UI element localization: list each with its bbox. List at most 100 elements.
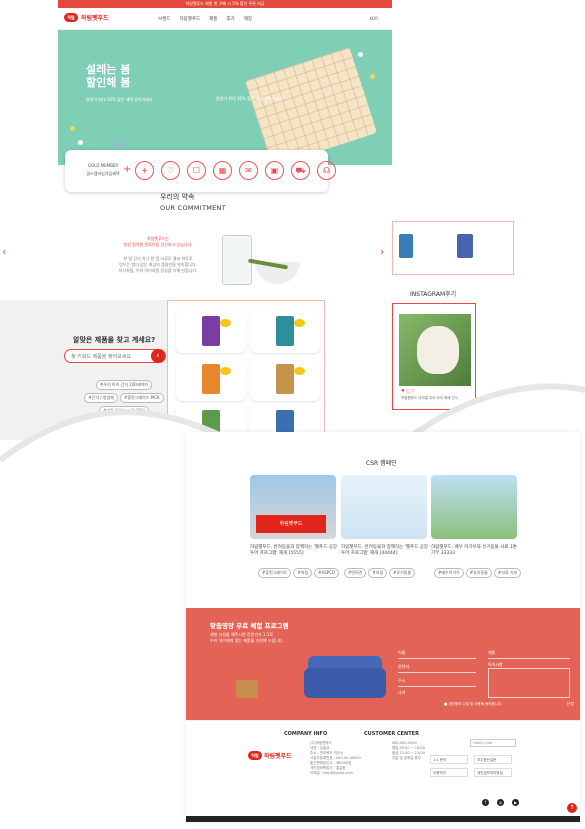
form-label: 체중 — [488, 650, 496, 655]
gold-member-label[interactable]: GOLD MEMBER 골드멤버십가입혜택 — [77, 162, 129, 178]
dog-image — [417, 326, 459, 374]
search-icon[interactable]: ⌕ — [151, 349, 165, 363]
form-label: 연락처 — [398, 664, 410, 669]
flower-decoration — [70, 126, 75, 131]
phone-field[interactable] — [398, 672, 476, 673]
csr-card-text[interactable]: 하림펫푸드, 반려동물과 함께하는 '펫푸드 공장 투어 프로그램' 재개 [4… — [341, 545, 429, 557]
tag-chip[interactable]: #사료 기부 — [493, 568, 522, 578]
footer-logo[interactable]: 하림 하림펫푸드 — [248, 751, 292, 760]
csr-card-image[interactable] — [431, 475, 517, 539]
badge-icon — [294, 367, 305, 375]
privacy-button[interactable]: 개인정보처리방침 — [474, 768, 512, 777]
notes-textarea[interactable] — [488, 668, 570, 698]
prev-arrow-icon[interactable]: ‹ — [2, 245, 6, 258]
tag-chip[interactable]: #하림 — [368, 568, 388, 578]
nav-item-products[interactable]: 제품 — [209, 16, 217, 22]
footer-buttons: 1:1 문의 자주묻는질문 이용약관 개인정보처리방침 — [430, 755, 512, 777]
youtube-icon[interactable]: ▶ — [512, 799, 519, 806]
csr-card-image[interactable]: 하림펫푸드 — [250, 475, 336, 539]
language-switch[interactable]: KOR — [370, 16, 378, 21]
faq-button[interactable]: 자주묻는질문 — [474, 755, 512, 764]
badge-icon — [294, 319, 305, 327]
badge-icon — [220, 367, 231, 375]
privacy-agree-checkbox[interactable]: ■ 개인정보 수집 및 이용에 동의합니다. — [444, 702, 502, 707]
sofa-image — [304, 668, 386, 698]
weight-field[interactable] — [488, 658, 570, 659]
nav-item-reviews[interactable]: 후기 — [226, 16, 234, 22]
site-header: 하림 하림펫푸드 브랜드 하림펫푸드 제품 후기 매장 KOR — [58, 8, 392, 30]
social-links: f ◎ ▶ — [482, 799, 519, 806]
instagram-icon[interactable]: ◎ — [497, 799, 504, 806]
search-input[interactable] — [71, 352, 151, 361]
picnic-illustration — [244, 47, 378, 165]
tag-chip[interactable]: #ASPCO — [314, 568, 340, 578]
badge-icon — [220, 319, 231, 327]
harim-sign-image: 하림펫푸드 — [256, 515, 326, 533]
family-site-select[interactable]: Family Site — [470, 739, 516, 747]
name-field[interactable] — [398, 658, 476, 659]
tag-chip[interactable]: #유기동물 — [465, 568, 492, 578]
logo-text: 하림펫푸드 — [81, 15, 109, 22]
promo-topbar[interactable]: 하림펫푸드 회원 첫 구매 시 5% 할인 쿠폰 지급 — [58, 0, 392, 8]
wallet-icon[interactable]: ▣ — [265, 161, 284, 180]
nav-item-harim[interactable]: 하림펫푸드 — [179, 16, 200, 22]
flower-decoration — [358, 52, 363, 57]
plus-icon[interactable]: + — [135, 161, 154, 180]
dog-photo — [399, 314, 471, 386]
logo-badge: 하림 — [64, 13, 78, 22]
product-bag-image — [457, 234, 473, 258]
csr-title: CSR 캠페인 — [366, 460, 397, 467]
address-field[interactable] — [398, 686, 476, 687]
csr-card-text[interactable]: 하림펫푸드, 반려동물과 함께하는 '펫푸드 공장 투어 프로그램' 재개 [5… — [250, 545, 338, 557]
heart-icon[interactable]: ♡ — [161, 161, 180, 180]
csr-tags: #휴먼그레이드 #하림 #ASPCO — [258, 568, 340, 578]
hero-banner[interactable]: 설레는 봄 할인해 봄 봄맞이 최대 30% 할인 혜택 받아가세요 봄맞이 최… — [58, 30, 392, 165]
nav-item-brand[interactable]: 브랜드 — [158, 16, 170, 22]
hero-subtitle: 봄맞이 최대 30% 할인 혜택 받아가세요 — [86, 97, 153, 102]
site-footer: 하림 하림펫푸드 COMPANY INFO (주)하림펫푸드 대표 : 김홍국 … — [186, 720, 580, 816]
logo-text: 하림펫푸드 — [264, 753, 292, 760]
tag-chip[interactable]: #반려견 — [344, 568, 367, 578]
csr-card-text[interactable]: 하림펫푸드, 배우 이기우와 유기동물 사료 1톤 기부 33333 — [431, 545, 519, 557]
headset-icon[interactable]: ☊ — [317, 161, 336, 180]
main-nav: 브랜드 하림펫푸드 제품 후기 매장 — [158, 16, 252, 22]
quick-icon-row: + ♡ ☐ ▦ ✉ ▣ ⛟ ☊ — [135, 161, 336, 180]
commitment-body: 한 알 간식 하나 한 알 사료도 결코 허투루 만드는 법이 없는 최상의 품… — [118, 256, 198, 273]
commitment-subtitle: OUR COMMITMENT — [160, 204, 226, 212]
company-info-text: (주)하림펫푸드 대표 : 김홍국 주소 : 전라북도 익산시 사업자등록번호 … — [310, 741, 361, 775]
commitment-title: 우리의 약속 — [160, 193, 195, 201]
tag-chip[interactable]: #휴먼그레이드 — [258, 568, 292, 578]
calendar-icon[interactable]: ▦ — [213, 161, 232, 180]
trial-subtitle: 체험 신청을 해주시면 전문가가 1:1로 우리 아이에게 맞는 제품을 추천해… — [210, 632, 284, 643]
facebook-icon[interactable]: f — [482, 799, 489, 806]
tag-chip[interactable]: #하림 — [293, 568, 313, 578]
gift-icon[interactable]: ☐ — [187, 161, 206, 180]
terms-button[interactable]: 이용약관 — [430, 768, 468, 777]
instagram-title: INSTAGRAM후기 — [410, 291, 457, 298]
scroll-top-icon[interactable]: ↑ — [567, 803, 577, 813]
nav-item-stores[interactable]: 매장 — [244, 16, 252, 22]
truck-icon[interactable]: ⛟ — [291, 161, 310, 180]
site-logo[interactable]: 하림 하림펫푸드 — [64, 13, 109, 22]
company-info-heading: COMPANY INFO — [284, 731, 328, 737]
csr-card-image[interactable] — [341, 475, 427, 539]
submit-button[interactable]: 신청 — [567, 701, 574, 707]
product-card[interactable] — [250, 311, 320, 353]
commitment-highlight: 하림펫푸드는 항상 정직한 원료만을 엄선하고 있습니다. — [123, 236, 193, 247]
finder-title: 알맞은 제품을 찾고 계세요? — [73, 336, 156, 344]
flower-decoration — [78, 140, 83, 145]
product-card[interactable] — [176, 311, 246, 353]
coupon-icon[interactable]: ✉ — [239, 161, 258, 180]
flower-decoration — [370, 74, 375, 79]
next-arrow-icon[interactable]: › — [380, 245, 384, 258]
logo-badge: 하림 — [248, 751, 262, 760]
quick-plus: + — [123, 164, 132, 175]
hero-title: 설레는 봄 할인해 봄 — [86, 63, 131, 89]
hero-caption: 봄맞이 최대 30% 할인 혜택 받아가세요 — [216, 96, 283, 101]
product-bag-image — [276, 316, 294, 346]
quick-menu: GOLD MEMBER 골드멤버십가입혜택 + + ♡ ☐ ▦ ✉ ▣ ⛟ ☊ — [65, 150, 336, 192]
tag-chip[interactable]: #유기동물 — [389, 568, 416, 578]
tag-chip[interactable]: #배우이기우 — [434, 568, 464, 578]
package-box-image — [236, 680, 258, 698]
inquiry-button[interactable]: 1:1 문의 — [430, 755, 468, 764]
